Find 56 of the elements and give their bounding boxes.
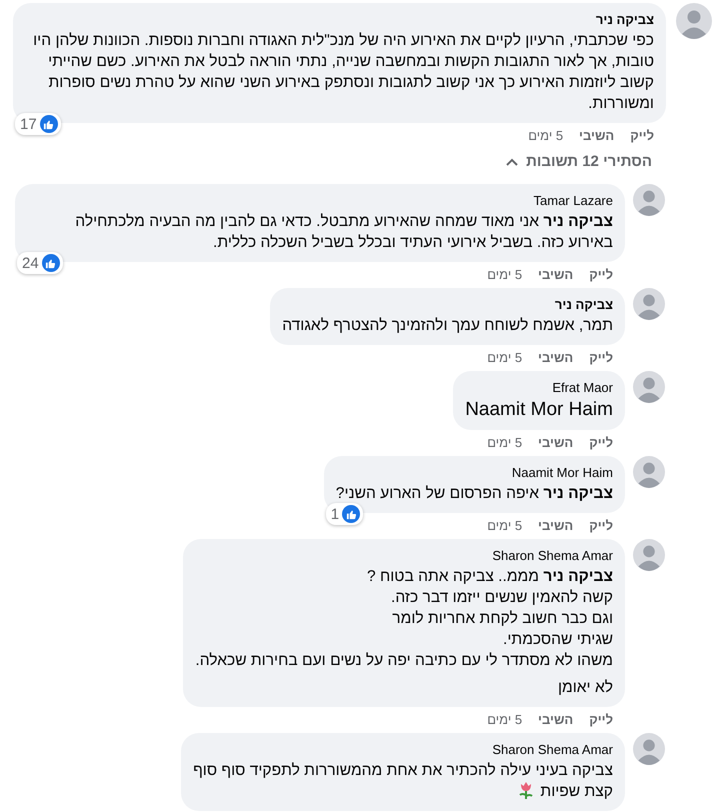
like-icon <box>42 254 60 272</box>
timestamp[interactable]: 5 ימים <box>487 266 522 284</box>
timestamp[interactable]: 5 ימים <box>487 517 522 535</box>
reaction-count: 24 <box>22 254 39 272</box>
reaction-badge[interactable]: 1 <box>326 503 364 525</box>
author-name[interactable]: Sharon Shema Amar <box>193 741 613 759</box>
like-link[interactable]: לייק <box>630 127 654 145</box>
reaction-badge[interactable]: 17 <box>15 113 61 135</box>
avatar[interactable] <box>633 184 665 216</box>
author-name[interactable]: Efrat Maor <box>465 379 613 397</box>
avatar[interactable] <box>633 733 665 765</box>
reply-link[interactable]: השיבי <box>538 517 574 535</box>
like-link[interactable]: לייק <box>589 711 613 729</box>
reaction-badge[interactable]: 24 <box>17 252 63 274</box>
reply-link[interactable]: השיבי <box>538 434 574 452</box>
timestamp[interactable]: 5 ימים <box>528 127 564 145</box>
reaction-count: 17 <box>20 116 37 132</box>
like-icon <box>342 505 360 523</box>
comment-text: משהו לא מסתדר לי עם כתיבה יפה על נשים ועם בחירות שכאלה. <box>195 652 613 669</box>
like-link[interactable]: לייק <box>589 266 613 284</box>
like-link[interactable]: לייק <box>589 349 613 367</box>
author-name[interactable]: Tamar Lazare <box>27 192 613 210</box>
hide-replies-button[interactable]: הסתירי 12 תשובות <box>0 153 652 170</box>
comment-text: תמר, אשמח לשוחח עמך ולהזמינך להצטרף לאגודה <box>282 317 613 334</box>
timestamp[interactable]: 5 ימים <box>487 434 522 452</box>
author-name[interactable]: צביקה ניר <box>25 11 654 29</box>
author-name[interactable]: Naamit Mor Haim <box>336 464 613 482</box>
comment-text: וגם כבר חשוב לקחת אחריות לומר <box>392 610 613 627</box>
like-link[interactable]: לייק <box>589 434 613 452</box>
avatar[interactable] <box>633 288 665 320</box>
chevron-icon <box>506 158 518 166</box>
comment-text: כפי שכתבתי, הרעיון לקיים את האירוע היה של מנכ"לית האגודה וחברות נוספות. הכוונות שלהן היו טובות, אך לאור התגובות הקשות ובמחשבה שנייה, נתתי הוראה לבטל את האירוע. כשם שהייתי קשוב ליוזמות האירוע כך אני קשוב לתגובות ונסתפק באירוע השני שהוא על טהרת נשים סופרות ומשוררות. <box>33 32 654 112</box>
like-icon <box>40 115 58 133</box>
mention-link[interactable]: Naamit Mor Haim <box>465 399 613 420</box>
like-link[interactable]: לייק <box>589 517 613 535</box>
author-name[interactable]: צביקה ניר <box>282 296 613 314</box>
reply-link[interactable]: השיבי <box>538 266 574 284</box>
reaction-count: 1 <box>330 506 340 522</box>
comment-text: קצת שפיות <box>540 783 613 800</box>
reply-link[interactable]: השיבי <box>579 127 614 145</box>
avatar[interactable] <box>633 371 665 403</box>
timestamp[interactable]: 5 ימים <box>487 711 522 729</box>
comment-text: לא יאומן <box>558 679 613 696</box>
reply-link[interactable]: השיבי <box>538 349 574 367</box>
author-name[interactable]: Sharon Shema Amar <box>195 547 613 565</box>
timestamp[interactable]: 5 ימים <box>487 349 522 367</box>
comment-text: קשה להאמין שנשים ייזמו דבר כזה. <box>391 589 613 606</box>
comment-text: צביקה ניר איפה הפרסום של הארוע השני? <box>336 485 613 502</box>
reply-link[interactable]: השיבי <box>538 711 574 729</box>
avatar[interactable] <box>633 539 665 571</box>
avatar[interactable] <box>676 3 712 39</box>
avatar[interactable] <box>633 456 665 488</box>
comment-text: שגיתי שהסכמתי. <box>503 631 613 648</box>
comment-text: צביקה בעיני עילה להכתיר את אחת מהמשוררות לתפקיד סוף סוף <box>193 762 613 779</box>
comment-text: צביקה ניר מממ.. צביקה אתה בטוח ? <box>366 568 613 585</box>
comment-text: צביקה ניר אני מאוד שמחה שהאירוע מתבטל. כדאי גם להבין מה הבעיה מלכתחילה באירוע כזה. בשביל אירועי העתיד ובכלל בשביל השכלה כללית. <box>75 213 613 251</box>
